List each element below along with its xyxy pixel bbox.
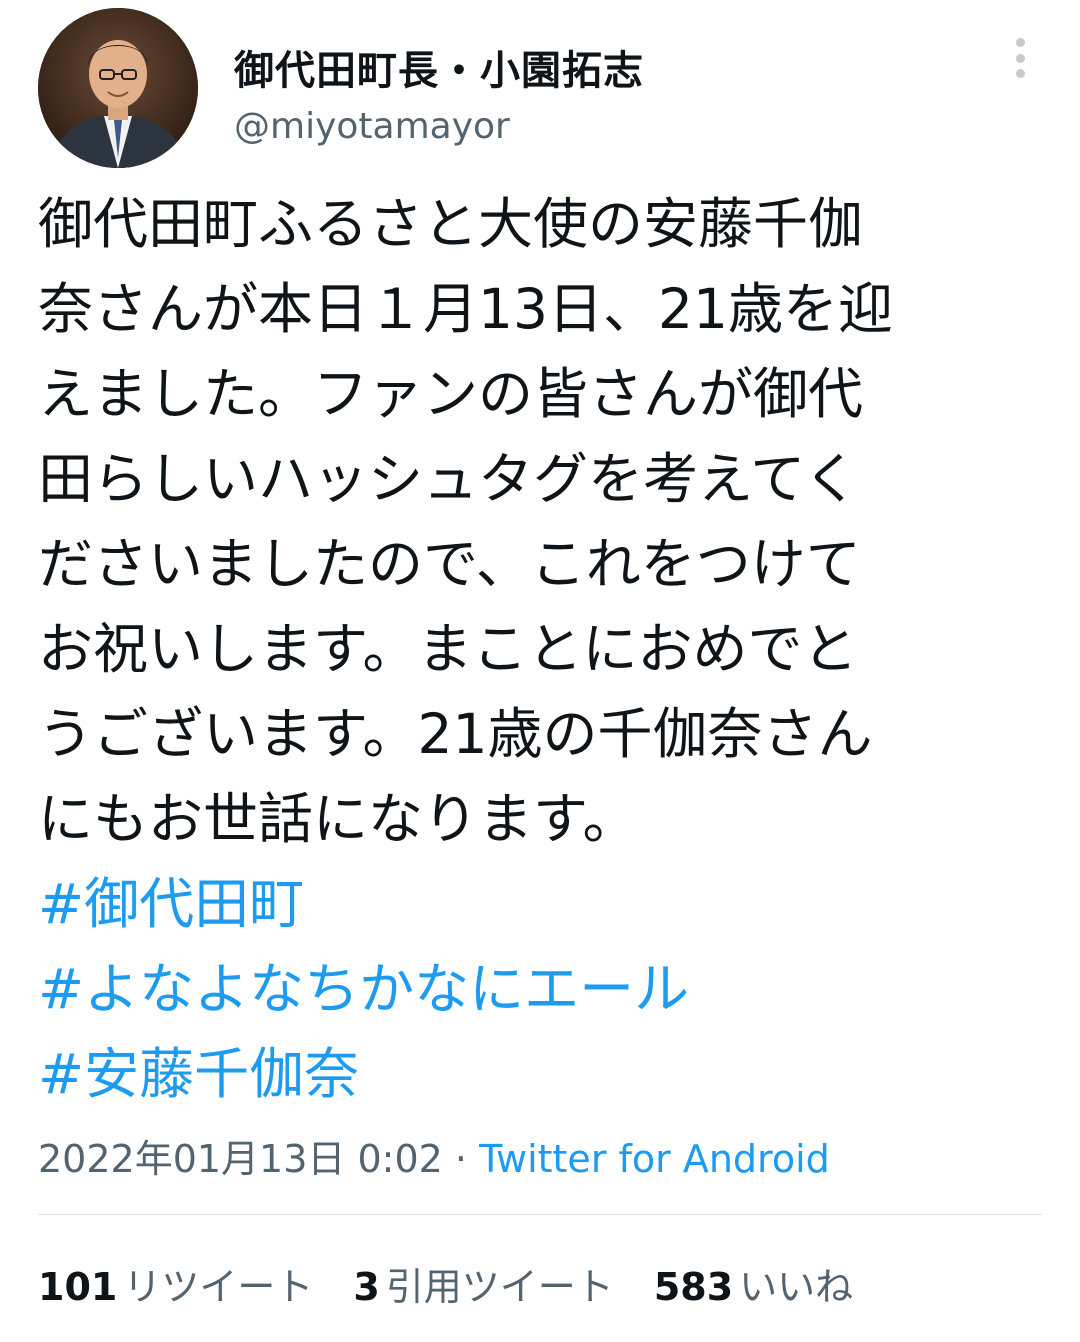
author-handle[interactable]: @miyotamayor: [234, 106, 510, 147]
tweet-text-line: うございます。21歳の千伽奈さん: [38, 702, 873, 766]
tweet-meta: 2022年01月13日 0:02 · Twitter for Android: [38, 1128, 830, 1183]
tweet-stats: 101 リツイート 3 引用ツイート 583 いいね: [38, 1256, 853, 1311]
likes-label: いいね: [739, 1265, 854, 1309]
hashtag-link[interactable]: #よなよなちかなにエール: [38, 947, 1038, 1032]
quotes-count: 3: [353, 1265, 380, 1309]
quotes-label: 引用ツイート: [385, 1265, 614, 1309]
tweet-text-line: 奈さんが本日１月13日、21歳を迎: [38, 277, 893, 341]
retweets-stat[interactable]: 101 リツイート: [38, 1256, 313, 1311]
tweet-text-line: 田らしいハッシュタグを考えてく: [38, 447, 859, 511]
more-dot: [1015, 69, 1025, 78]
avatar[interactable]: [38, 8, 198, 168]
tweet-text-line: お祝いします。まことにおめでと: [38, 617, 858, 681]
more-dot: [1015, 38, 1025, 47]
divider: [38, 1214, 1042, 1215]
tweet-text: 御代田町ふるさと大使の安藤千伽 奈さんが本日１月13日、21歳を迎 えました。フ…: [38, 182, 1038, 1117]
tweet-text-line: ださいましたので、これをつけて: [38, 532, 861, 596]
tweet-text-line: えました。ファンの皆さんが御代: [38, 362, 864, 426]
more-dot: [1015, 53, 1025, 63]
hashtag-link[interactable]: #御代田町: [38, 862, 1038, 947]
meta-separator: ·: [442, 1137, 480, 1181]
tweet-timestamp[interactable]: 2022年01月13日 0:02: [38, 1137, 443, 1181]
more-options-icon[interactable]: [1006, 38, 1034, 78]
hashtag-link[interactable]: #安藤千伽奈: [38, 1032, 1038, 1117]
tweet-text-line: にもお世話になります。: [38, 787, 638, 851]
retweets-count: 101: [38, 1265, 118, 1309]
likes-count: 583: [653, 1265, 734, 1309]
tweet-text-line: 御代田町ふるさと大使の安藤千伽: [38, 192, 864, 256]
likes-stat[interactable]: 583 いいね: [654, 1256, 853, 1311]
retweets-label: リツイート: [123, 1265, 314, 1309]
quotes-stat[interactable]: 3 引用ツイート: [353, 1256, 613, 1311]
tweet-source-link[interactable]: Twitter for Android: [479, 1137, 830, 1181]
tweet-header: 御代田町長・小園拓志 @miyotamayor: [38, 8, 1042, 176]
author-display-name[interactable]: 御代田町長・小園拓志: [234, 38, 644, 96]
